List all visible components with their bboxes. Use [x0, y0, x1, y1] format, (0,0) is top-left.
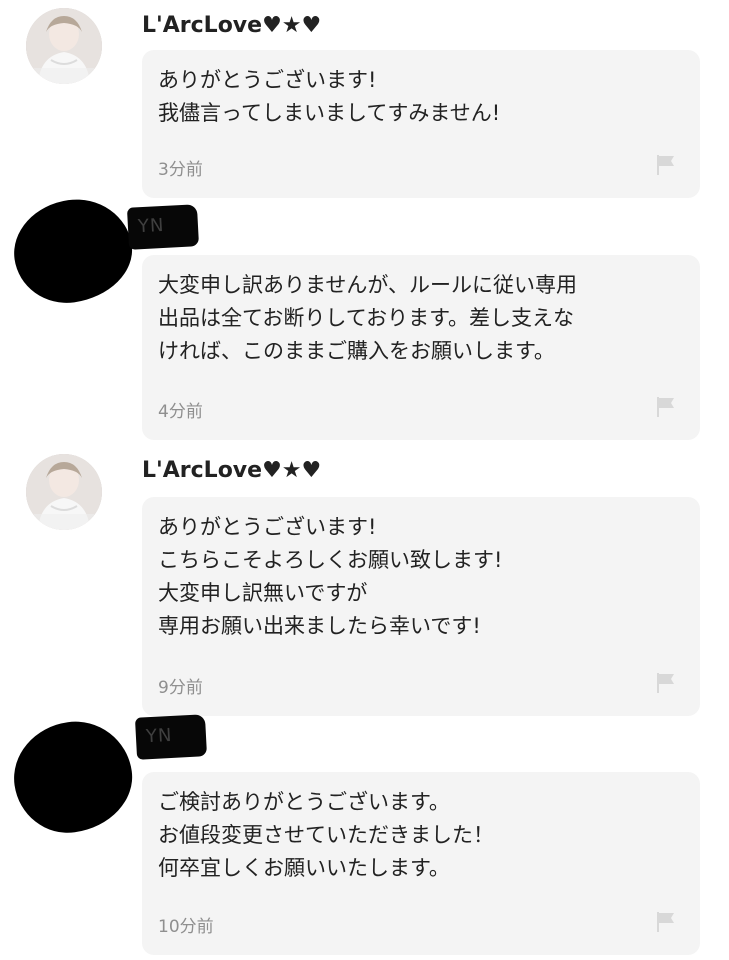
comment-text: ありがとうございます! こちらこそよろしくお願い致します! 大変申し訳無いですが… — [158, 515, 503, 638]
comment-time: 9分前 — [158, 678, 203, 698]
comment-time: 10分前 — [158, 917, 214, 937]
comment-time: 3分前 — [158, 160, 203, 180]
comment-text: ご検討ありがとうございます。 お値段変更させていただきました！ 何卒宜しくお願い… — [158, 790, 494, 880]
redacted-avatar — [6, 714, 140, 840]
comment-bubble: ありがとうございます! こちらこそよろしくお願い致します! 大変申し訳無いですが… — [142, 497, 700, 716]
redacted-author: YN — [126, 204, 200, 250]
comment-author[interactable]: L'ArcLove♥★♥ — [142, 13, 321, 38]
flag-icon[interactable] — [656, 396, 676, 418]
redacted-author: YN — [134, 714, 208, 760]
comment-bubble: ありがとうございます! 我儘言ってしまいましてすみません! 3分前 — [142, 50, 700, 198]
comment-text: ありがとうございます! 我儘言ってしまいましてすみません! — [158, 68, 501, 125]
flag-icon — [657, 673, 674, 693]
flag-icon[interactable] — [656, 154, 676, 176]
comment-text: 大変申し訳ありませんが、ルールに従い専用 出品は全てお断りしております。差し支え… — [158, 273, 577, 363]
flag-icon[interactable] — [656, 911, 676, 933]
comment-thread: { "icons": { "heart": "heart-icon", "sta… — [0, 0, 729, 960]
avatar[interactable] — [26, 454, 102, 530]
flag-icon — [657, 912, 674, 932]
profile-photo — [26, 8, 102, 84]
flag-icon[interactable] — [656, 672, 676, 694]
author-tag: YN — [145, 724, 173, 748]
avatar[interactable] — [26, 8, 102, 84]
author-tag: YN — [137, 214, 165, 238]
flag-icon — [657, 397, 674, 417]
flag-icon — [657, 155, 674, 175]
comment-bubble: 大変申し訳ありませんが、ルールに従い専用 出品は全てお断りしております。差し支え… — [142, 255, 700, 440]
comment-bubble: ご検討ありがとうございます。 お値段変更させていただきました！ 何卒宜しくお願い… — [142, 772, 700, 955]
profile-photo — [26, 454, 102, 530]
comment-time: 4分前 — [158, 402, 203, 422]
comment-author[interactable]: L'ArcLove♥★♥ — [142, 458, 321, 483]
redacted-avatar — [7, 192, 139, 310]
